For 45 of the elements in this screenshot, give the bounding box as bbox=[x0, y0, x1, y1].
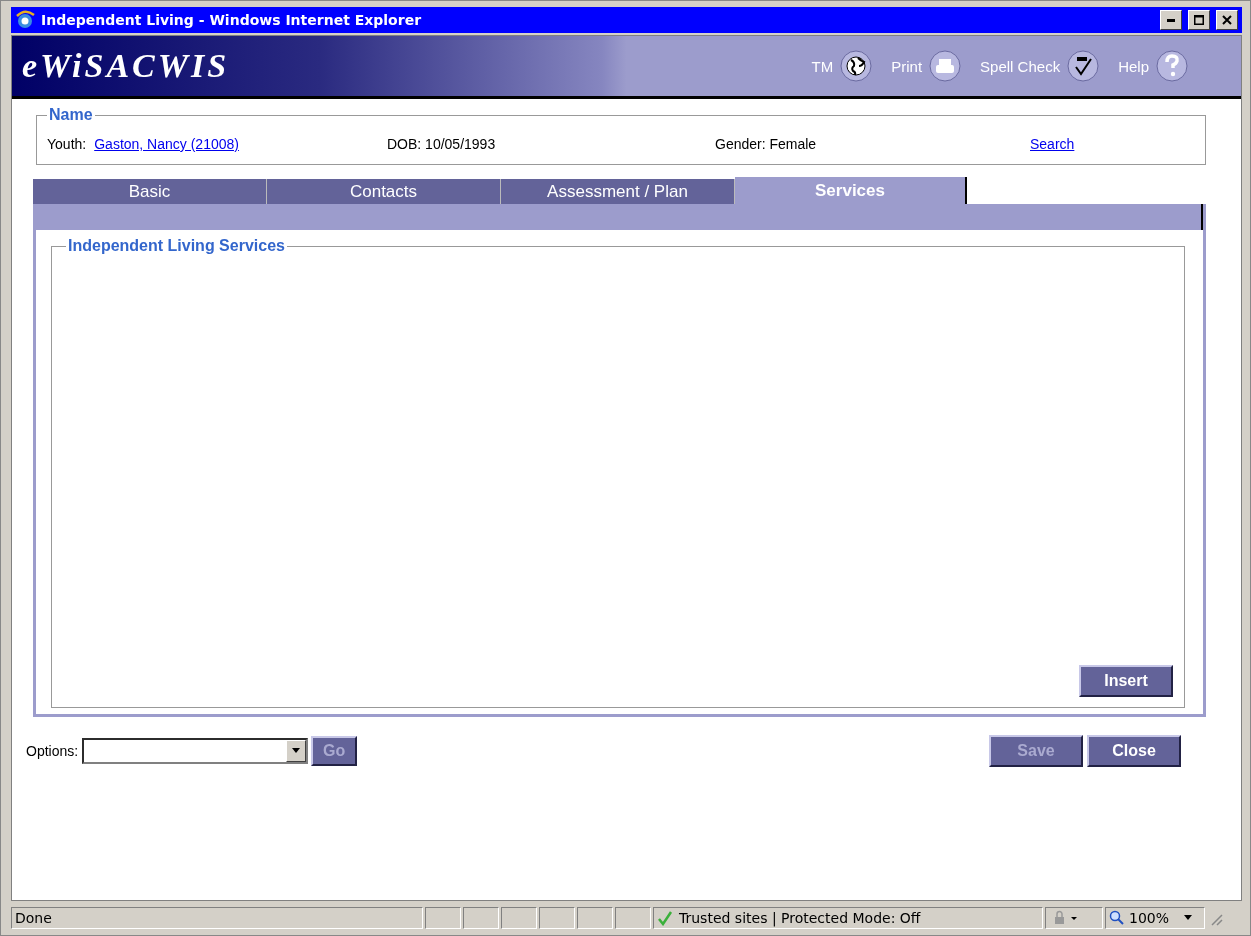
status-pane bbox=[501, 907, 537, 929]
printer-icon[interactable] bbox=[928, 49, 963, 83]
insert-button[interactable]: Insert bbox=[1079, 665, 1173, 697]
zoom-menu[interactable]: 100% bbox=[1105, 907, 1205, 929]
browser-logo-icon bbox=[15, 10, 35, 30]
maximize-button[interactable] bbox=[1188, 10, 1210, 30]
close-button[interactable] bbox=[1216, 10, 1238, 30]
zoom-level: 100% bbox=[1129, 910, 1170, 926]
options-label: Options: bbox=[26, 743, 79, 759]
spell-check-icon[interactable] bbox=[1066, 49, 1101, 83]
zone-text: Trusted sites | Protected Mode: Off bbox=[679, 910, 921, 926]
lock-menu[interactable] bbox=[1045, 907, 1103, 929]
close-icon bbox=[1222, 15, 1232, 25]
toolbar-label: TM bbox=[811, 57, 834, 75]
status-pane bbox=[463, 907, 499, 929]
status-pane bbox=[425, 907, 461, 929]
gender-text: Gender: Female bbox=[715, 136, 817, 152]
status-pane bbox=[615, 907, 651, 929]
search-link[interactable]: Search bbox=[1030, 136, 1075, 152]
status-text: Done bbox=[11, 907, 423, 929]
dob-text: DOB: 10/05/1993 bbox=[387, 136, 496, 152]
dropdown-arrow-icon bbox=[1183, 915, 1194, 921]
magnifier-icon bbox=[1109, 910, 1125, 926]
maximize-icon bbox=[1194, 15, 1204, 25]
close-button[interactable]: Close bbox=[1087, 735, 1181, 767]
status-pane bbox=[539, 907, 575, 929]
toolbar-label: Help bbox=[1118, 57, 1149, 75]
tab[interactable]: Basic bbox=[33, 179, 267, 204]
checkmark-icon bbox=[657, 910, 673, 926]
tab[interactable]: Assessment / Plan bbox=[501, 179, 735, 204]
minimize-button[interactable] bbox=[1160, 10, 1182, 30]
dropdown-arrow-icon bbox=[291, 748, 302, 754]
window-title: Independent Living - Windows Internet Explorer bbox=[41, 12, 423, 28]
minimize-icon bbox=[1167, 18, 1175, 22]
help-icon[interactable] bbox=[1155, 49, 1189, 83]
status-pane bbox=[577, 907, 613, 929]
globe-icon[interactable] bbox=[839, 49, 874, 83]
toolbar-label: Print bbox=[891, 57, 923, 75]
youth-link[interactable]: Gaston, Nancy (21008) bbox=[94, 136, 239, 152]
tab[interactable]: Contacts bbox=[267, 179, 501, 204]
field-label: Youth: bbox=[47, 136, 87, 152]
app-logo: eWiSACWIS bbox=[22, 47, 231, 85]
toolbar-label: Spell Check bbox=[980, 57, 1061, 75]
options-dropdown[interactable] bbox=[82, 738, 309, 764]
section-legend: Independent Living Services bbox=[66, 237, 287, 255]
